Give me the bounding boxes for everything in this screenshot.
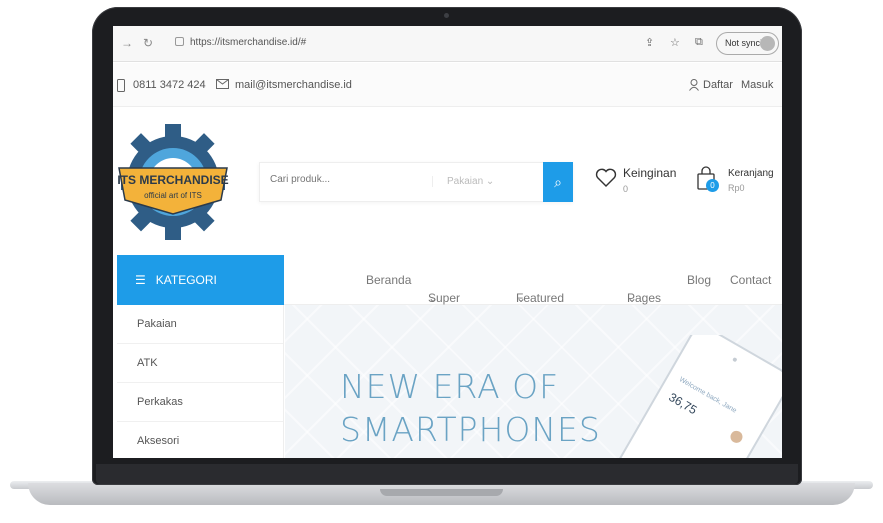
collections-icon[interactable]: ⧉ [695, 36, 703, 49]
top-info-bar: 0811 3472 424 mail@itsmerchandise.id Daf… [113, 63, 782, 107]
chevron-down-icon: ⌄ [428, 291, 439, 305]
hero-title-line1: NEW ERA OF [340, 367, 560, 406]
nav-item-contact[interactable]: Contact [730, 273, 771, 287]
screen: → ↻ https://itsmerchandise.id/# ⇪ ☆ ⧉ No… [113, 26, 782, 458]
nav-item-blog[interactable]: Blog [687, 273, 711, 287]
laptop-notch [380, 489, 503, 496]
laptop-mockup: → ↻ https://itsmerchandise.id/# ⇪ ☆ ⧉ No… [0, 0, 883, 523]
search-input[interactable] [270, 174, 420, 185]
cart-label: Keranjang [728, 168, 774, 179]
url-text: https://itsmerchandise.id/# [190, 37, 307, 48]
profile-avatar [760, 36, 775, 51]
back-icon[interactable]: → [121, 36, 133, 50]
main-nav: Beranda Super Deals ⌄ Featured Brands ⌄ … [284, 255, 782, 319]
browser-toolbar: → ↻ https://itsmerchandise.id/# ⇪ ☆ ⧉ No… [113, 26, 782, 62]
chevron-down-icon: ⌄ [485, 176, 495, 187]
read-aloud-icon[interactable]: ⇪ [645, 36, 654, 49]
wishlist-button[interactable]: Keinginan 0 [595, 162, 677, 202]
hamburger-icon: ☰ [135, 273, 146, 287]
chevron-down-icon: ⌄ [627, 291, 638, 305]
search-button[interactable]: ⌕ [543, 162, 573, 202]
sidebar-item-pakaian[interactable]: Pakaian [117, 305, 283, 344]
category-sidebar: Pakaian ATK Perkakas Aksesori [117, 305, 284, 458]
wishlist-label: Keinginan [623, 166, 677, 180]
sidebar-item-atk[interactable]: ATK [117, 344, 283, 383]
category-menu-button[interactable]: ☰ KATEGORI [117, 255, 284, 305]
hero-banner[interactable]: NEW ERA OF SMARTPHONES Welcome back, Jan… [285, 305, 782, 458]
search-bar: Pakaian ⌄ ⌕ [259, 162, 573, 202]
address-bar[interactable]: https://itsmerchandise.id/# [175, 37, 306, 48]
hero-title-line2: SMARTPHONES [340, 410, 601, 449]
login-link[interactable]: Masuk [741, 79, 773, 91]
site-logo[interactable]: ITS MERCHANDISE official art of ITS [117, 116, 229, 248]
mail-icon [216, 79, 229, 92]
laptop-hinge [96, 464, 798, 484]
camera-icon [444, 13, 449, 18]
register-link[interactable]: Daftar [703, 79, 733, 91]
cart-count-badge: 0 [706, 179, 719, 192]
sidebar-item-aksesori[interactable]: Aksesori [117, 422, 283, 458]
category-select-value: Pakaian [447, 176, 484, 187]
heart-icon [595, 168, 617, 187]
category-menu-label: KATEGORI [155, 273, 217, 287]
reload-icon[interactable]: ↻ [143, 36, 153, 50]
sync-button[interactable]: Not syncing [716, 32, 779, 55]
phone-icon [117, 79, 125, 95]
logo-title: ITS MERCHANDISE [117, 173, 228, 187]
wishlist-count: 0 [623, 184, 629, 194]
cart-total: Rp0 [728, 183, 745, 193]
user-icon [689, 79, 699, 94]
email-link[interactable]: mail@itsmerchandise.id [235, 79, 352, 91]
sidebar-item-perkakas[interactable]: Perkakas [117, 383, 283, 422]
smartphone-image: Welcome back, Jane 36,75 [615, 335, 782, 458]
favorites-icon[interactable]: ☆ [670, 36, 680, 49]
chevron-down-icon: ⌄ [516, 291, 527, 305]
phone-number[interactable]: 0811 3472 424 [133, 79, 206, 91]
search-icon: ⌕ [554, 174, 562, 190]
nav-item-beranda[interactable]: Beranda [366, 273, 411, 287]
cart-button[interactable]: 0 Keranjang Rp0 [697, 162, 779, 202]
logo-subtitle: official art of ITS [144, 191, 202, 200]
lock-icon [175, 37, 184, 46]
category-select[interactable]: Pakaian ⌄ [432, 176, 494, 187]
